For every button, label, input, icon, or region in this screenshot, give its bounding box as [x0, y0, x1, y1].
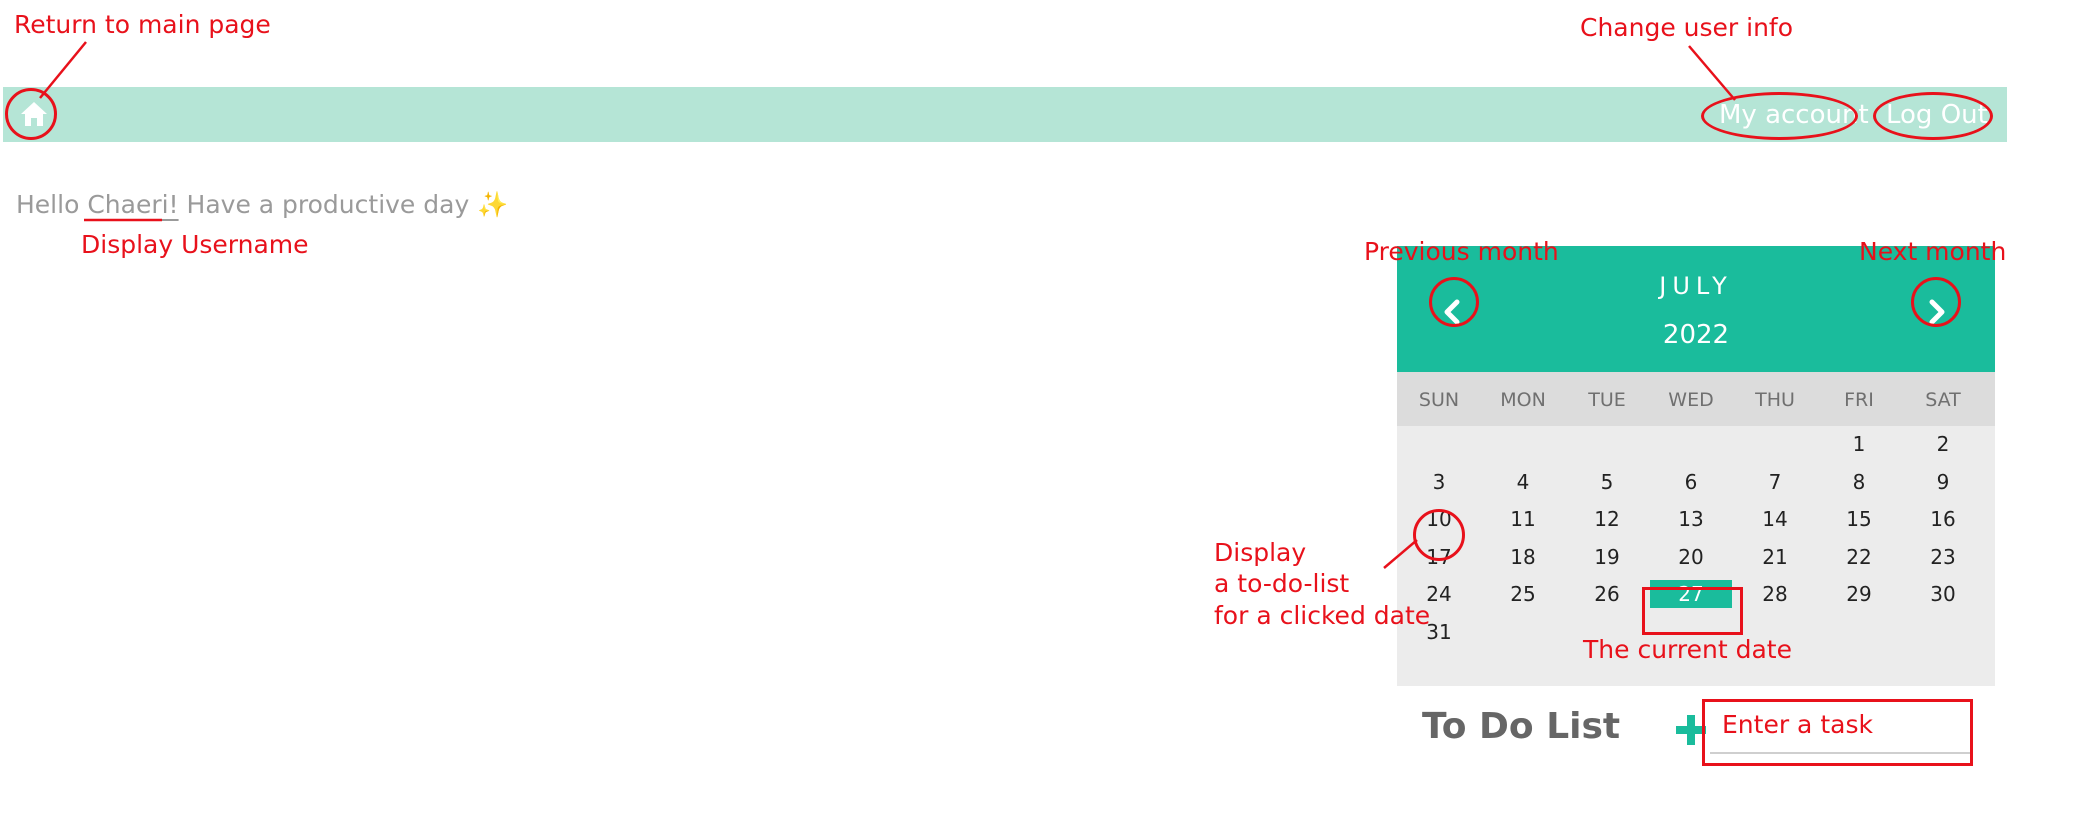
annotation-display-todo-line-3: for a clicked date [1214, 600, 1431, 630]
current-date-annotation-box [1642, 587, 1743, 635]
annotation-previous-month: Previous month [1364, 237, 1559, 266]
annotation-next-month: Next month [1859, 237, 2007, 266]
annotation-enter-task: Enter a task [1722, 710, 1873, 739]
annotation-change-user: Change user info [1580, 13, 1794, 42]
annotation-display-todo-line-1: Display [1214, 538, 1307, 567]
prev-month-annotation-ring [1429, 277, 1479, 327]
annotation-display-username: Display Username [81, 230, 309, 259]
next-month-annotation-ring [1911, 277, 1961, 327]
home-annotation-ring [5, 88, 57, 140]
annotation-return-main: Return to main page [14, 10, 271, 39]
logout-annotation-ring [1873, 92, 1993, 140]
account-annotation-ring [1701, 92, 1858, 140]
annotation-display-todo-line-2: a to-do-list [1214, 569, 1350, 599]
annotation-display-todo: Display a to-do-list for a clicked date [1214, 537, 1430, 631]
annotation-current-date: The current date [1583, 635, 1792, 664]
